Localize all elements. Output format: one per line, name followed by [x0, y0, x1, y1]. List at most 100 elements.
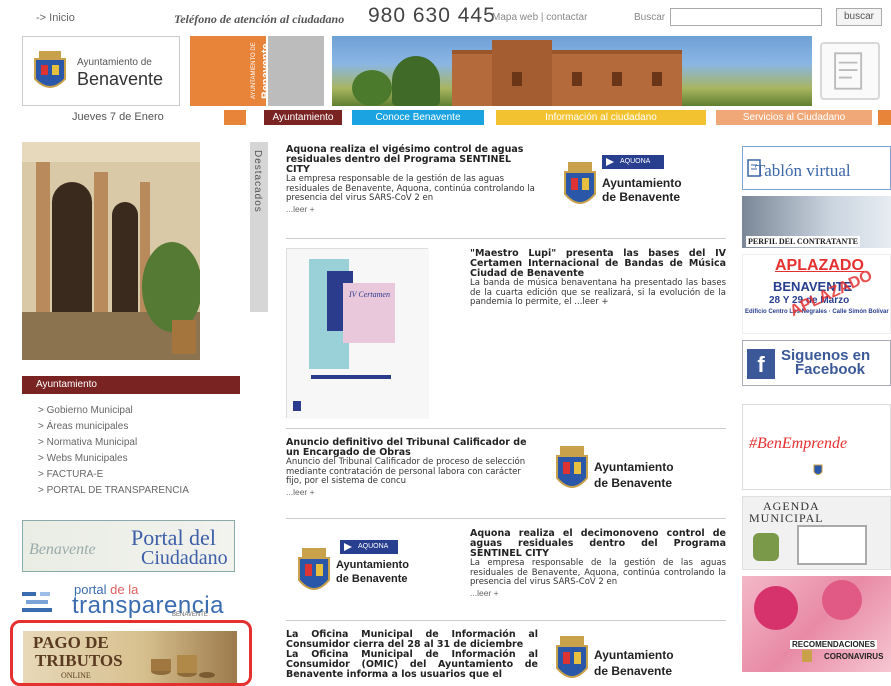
- tablon-label: Tablón virtual: [755, 161, 851, 180]
- news-body: La Oficina Municipal de Información al C…: [286, 649, 538, 680]
- virus-icon: [754, 586, 798, 630]
- nav-servicios-ciudadano[interactable]: Servicios al Ciudadano: [716, 110, 872, 125]
- news-title[interactable]: Aquona realiza el decimonoveno control d…: [470, 529, 726, 559]
- agenda-line2: MUNICIPAL: [749, 511, 824, 525]
- menu-webs-municipales[interactable]: > Webs Municipales: [38, 452, 189, 468]
- news-divider: [286, 518, 726, 519]
- page: -> Inicio Teléfono de atención al ciudad…: [0, 0, 891, 686]
- destacados-label: Destacados: [252, 150, 263, 213]
- phone-number: 980 630 445: [368, 4, 496, 27]
- search-label: Buscar: [634, 12, 666, 23]
- read-more-link[interactable]: ...leer +: [286, 487, 538, 497]
- news-divider: [286, 620, 726, 621]
- nav-square: [224, 110, 246, 125]
- nav-conoce-benavente[interactable]: Conoce Benavente: [352, 110, 484, 125]
- banner-photo: [332, 36, 812, 106]
- coat-of-arms-icon: [564, 162, 596, 204]
- pago-tributos-banner[interactable]: PAGO DE TRIBUTOS ONLINE: [10, 620, 252, 686]
- ayto-logo: Ayuntamiento de Benavente: [554, 440, 684, 500]
- coins-icon: [151, 655, 215, 678]
- tablon-virtual-banner[interactable]: Tablón virtual: [742, 146, 891, 190]
- nav-informacion-ciudadano[interactable]: Información al ciudadano: [496, 110, 706, 125]
- menu-factura-e[interactable]: > FACTURA-E: [38, 468, 189, 484]
- ayto-logo-line1: Ayuntamiento: [602, 176, 682, 190]
- news-divider: [286, 238, 726, 239]
- corona-line1: RECOMENDACIONES: [790, 640, 878, 649]
- ayto-logo-line1: Ayuntamiento: [336, 559, 409, 571]
- orange-block: [190, 36, 248, 106]
- coat-of-arms-icon: [556, 636, 588, 678]
- nav-ayuntamiento[interactable]: Ayuntamiento: [264, 110, 342, 125]
- news-item: Aquona realiza el decimonoveno control d…: [470, 529, 726, 598]
- news-divider: [286, 428, 726, 429]
- agenda-municipal-banner[interactable]: AGENDA MUNICIPAL: [742, 496, 891, 570]
- site-logo[interactable]: Ayuntamiento de Benavente: [22, 36, 180, 106]
- ayto-logo: Ayuntamiento de Benavente: [554, 630, 684, 686]
- vertical-brand-small: AYUNTAMIENTO DE: [251, 42, 257, 100]
- screen-icon: [797, 525, 867, 565]
- register-icon: [820, 42, 880, 100]
- portal-cursive: Benavente: [29, 541, 96, 558]
- news-body: Anuncio del Tribunal Calificador de proc…: [286, 457, 526, 486]
- corona-line2: CORONAVIRUS: [824, 652, 884, 661]
- news-item: Aquona realiza el vigésimo control de ag…: [286, 145, 538, 214]
- news-title[interactable]: La Oficina Municipal de Información al C…: [286, 630, 538, 650]
- logo-subtitle: Ayuntamiento de: [77, 57, 152, 68]
- perfil-contratante-banner[interactable]: PERFIL DEL CONTRATANTE: [742, 196, 891, 248]
- phone-label: Teléfono de atención al ciudadano: [174, 12, 345, 26]
- benemprende-banner[interactable]: #BenEmprende: [742, 404, 891, 490]
- news-item: La Oficina Municipal de Información al C…: [286, 630, 538, 680]
- news-title[interactable]: Anuncio definitivo del Tribunal Califica…: [286, 438, 538, 458]
- read-more-link[interactable]: ...leer +: [286, 204, 538, 214]
- top-links[interactable]: Mapa web | contactar: [492, 12, 587, 23]
- ayto-logo-line2: de Benavente: [602, 190, 681, 204]
- pago-line1: PAGO DE: [33, 633, 109, 652]
- ayto-logo: Ayuntamiento de Benavente: [296, 542, 426, 602]
- ayto-logo-line2: de Benavente: [594, 476, 673, 490]
- news-body: La empresa responsable de la gestión de …: [470, 558, 726, 587]
- coat-of-arms-icon: [556, 446, 588, 488]
- menu-gobierno-municipal[interactable]: > Gobierno Municipal: [38, 404, 189, 420]
- menu-portal-transparencia[interactable]: > PORTAL DE TRANSPARENCIA: [38, 484, 189, 500]
- benemprende-label: #BenEmprende: [749, 435, 848, 452]
- home-link[interactable]: -> Inicio: [36, 12, 75, 24]
- section-title: Ayuntamiento: [22, 376, 240, 394]
- coronavirus-banner[interactable]: RECOMENDACIONES CORONAVIRUS: [742, 576, 891, 672]
- ayto-logo-line2: de Benavente: [594, 664, 673, 678]
- svg-text:IV Certamen: IV Certamen: [348, 290, 390, 299]
- transparencia-line3: BENAVENTE: [172, 612, 208, 618]
- header: Ayuntamiento de Benavente AYUNTAMIENTO D…: [22, 36, 891, 106]
- portal-ciudadano-banner[interactable]: Benavente Portal del Ciudadano: [22, 520, 235, 572]
- news-title[interactable]: "Maestro Lupi" presenta las bases del IV…: [470, 249, 726, 279]
- certamen-poster[interactable]: IV Certamen: [286, 248, 429, 419]
- music-poster-art: IV Certamen: [287, 249, 429, 419]
- news-body: La banda de música benaventana ha presen…: [470, 278, 726, 307]
- news-item: Anuncio definitivo del Tribunal Califica…: [286, 438, 538, 497]
- menu-normativa-municipal[interactable]: > Normativa Municipal: [38, 436, 189, 452]
- nav-square-right: [878, 110, 891, 125]
- destacados-tab: Destacados: [250, 142, 268, 312]
- top-bar: -> Inicio Teléfono de atención al ciudad…: [0, 0, 891, 32]
- coat-of-arms-icon: [813, 464, 823, 475]
- current-date: Jueves 7 de Enero: [72, 111, 164, 123]
- portal-transparencia-banner[interactable]: portal de la transparencia BENAVENTE: [22, 580, 235, 619]
- news-title[interactable]: Aquona realiza el vigésimo control de ag…: [286, 145, 538, 175]
- ayto-logo-line1: Ayuntamiento: [594, 648, 674, 662]
- alarm-clock-icon: [753, 533, 779, 561]
- virus-icon: [822, 580, 862, 620]
- aplazado-banner[interactable]: APLAZADO BENAVENTE 28 Y 29 de Marzo Edif…: [742, 254, 891, 334]
- pago-line3: ONLINE: [61, 671, 91, 680]
- search-input[interactable]: [670, 8, 822, 26]
- perfil-label: PERFIL DEL CONTRATANTE: [746, 236, 860, 247]
- read-more-link[interactable]: ...leer +: [470, 588, 726, 598]
- cloister-photo: [22, 142, 200, 360]
- aplazado-title: APLAZADO: [775, 257, 864, 274]
- search-button[interactable]: buscar: [836, 8, 882, 26]
- coat-of-arms-icon: [34, 51, 66, 88]
- news-item: "Maestro Lupi" presenta las bases del IV…: [470, 249, 726, 308]
- ayto-logo-line1: Ayuntamiento: [594, 460, 674, 474]
- news-body: La empresa responsable de la gestión de …: [286, 174, 535, 203]
- ayto-logo-line2: de Benavente: [336, 573, 408, 585]
- menu-areas-municipales[interactable]: > Áreas municipales: [38, 420, 189, 436]
- facebook-banner[interactable]: f Siguenos en Facebook: [742, 340, 891, 386]
